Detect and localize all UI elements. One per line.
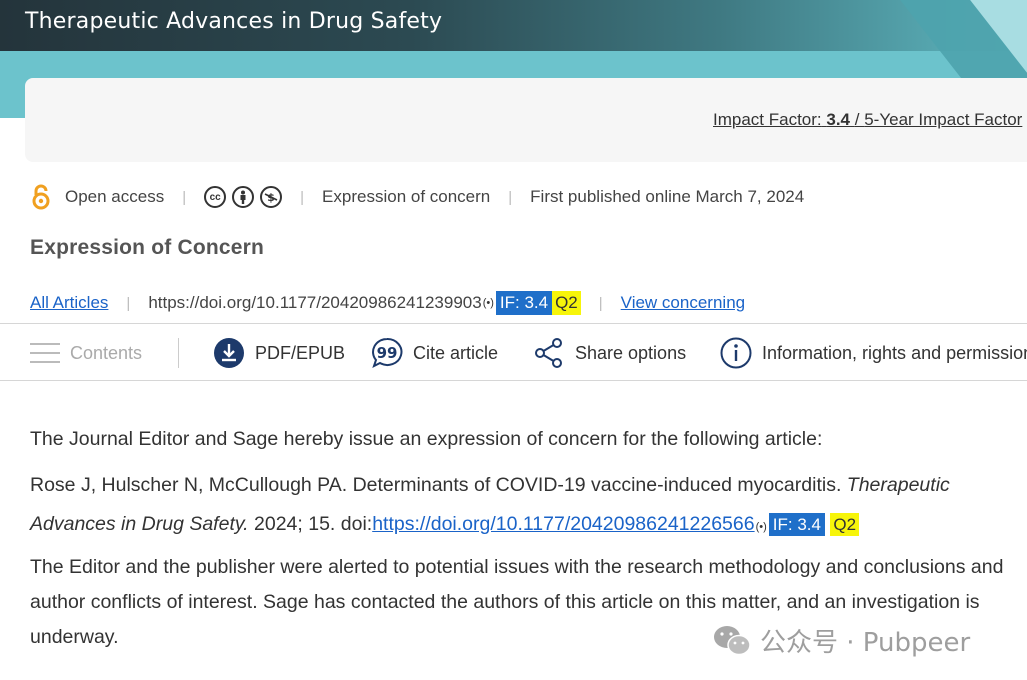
pdf-epub-label: PDF/EPUB [255,342,346,363]
list-icon [30,341,60,365]
open-access-icon [32,184,50,210]
watermark-text: 公众号 · Pubpeer [760,628,971,658]
pdf-epub-button[interactable]: PDF/EPUB [213,324,345,382]
article-meta-row: Open access | cc $ | Expression of conce… [30,183,804,211]
contents-button[interactable]: Contents [30,324,142,382]
information-button[interactable]: Information, rights and permissions [720,324,1027,382]
article-kind: Expression of concern [322,187,491,206]
journal-title[interactable]: Therapeutic Advances in Drug Safety [25,9,442,34]
quote-icon: 99 [371,337,403,369]
toolbar-divider [178,338,179,368]
article-citation: Rose J, Hulscher N, McCullough PA. Deter… [30,474,950,536]
all-articles-link[interactable]: All Articles [30,293,108,313]
quartile-badge: Q2 [830,513,860,536]
if-badge: IF: 3.4 [768,513,825,536]
cc-icon: cc [204,186,227,208]
cite-article-button[interactable]: 99 Cite article [371,324,498,382]
cited-article-doi-link[interactable]: https://doi.org/10.1177/2042098624122656… [372,513,754,535]
open-access-label: Open access [65,187,165,206]
nc-icon: $ [260,186,283,208]
broadcast-icon: (•) [482,297,494,309]
watermark: 公众号 · Pubpeer [712,622,970,659]
publication-date: First published online March 7, 2024 [530,187,805,206]
information-label: Information, rights and permissions [762,342,1027,363]
download-icon [213,337,245,369]
contents-label: Contents [70,342,143,363]
by-icon [232,186,255,208]
info-icon [720,337,752,369]
share-options-button[interactable]: Share options [533,324,686,382]
view-concerning-link[interactable]: View concerning [621,293,745,313]
article-links-row: All Articles | https://doi.org/10.1177/2… [30,288,745,318]
license-icons[interactable]: cc $ [204,186,283,208]
impact-factor-link[interactable]: Impact Factor: 3.4 / 5-Year Impact Facto… [713,110,1022,130]
share-icon [533,337,565,369]
svg-text:99: 99 [377,344,398,362]
meta-separator: | [508,188,513,206]
cite-article-label: Cite article [413,342,499,363]
broadcast-icon: (•) [755,521,767,533]
meta-separator: | [300,188,305,206]
links-separator: | [126,294,131,312]
meta-separator: | [182,188,187,206]
article-heading: Expression of Concern [30,236,265,259]
doi-text: https://doi.org/10.1177/2042098624123990… [148,293,482,312]
notice-intro: The Journal Editor and Sage hereby issue… [30,428,823,450]
impact-factor-value: 3.4 [826,110,851,129]
wechat-icon [714,625,751,655]
quartile-badge: Q2 [552,291,581,315]
article-toolbar: Contents PDF/EPUB 99 Cite article Share … [0,323,1027,381]
links-separator: | [598,294,603,312]
share-options-label: Share options [575,342,687,363]
if-badge: IF: 3.4 [495,291,553,315]
